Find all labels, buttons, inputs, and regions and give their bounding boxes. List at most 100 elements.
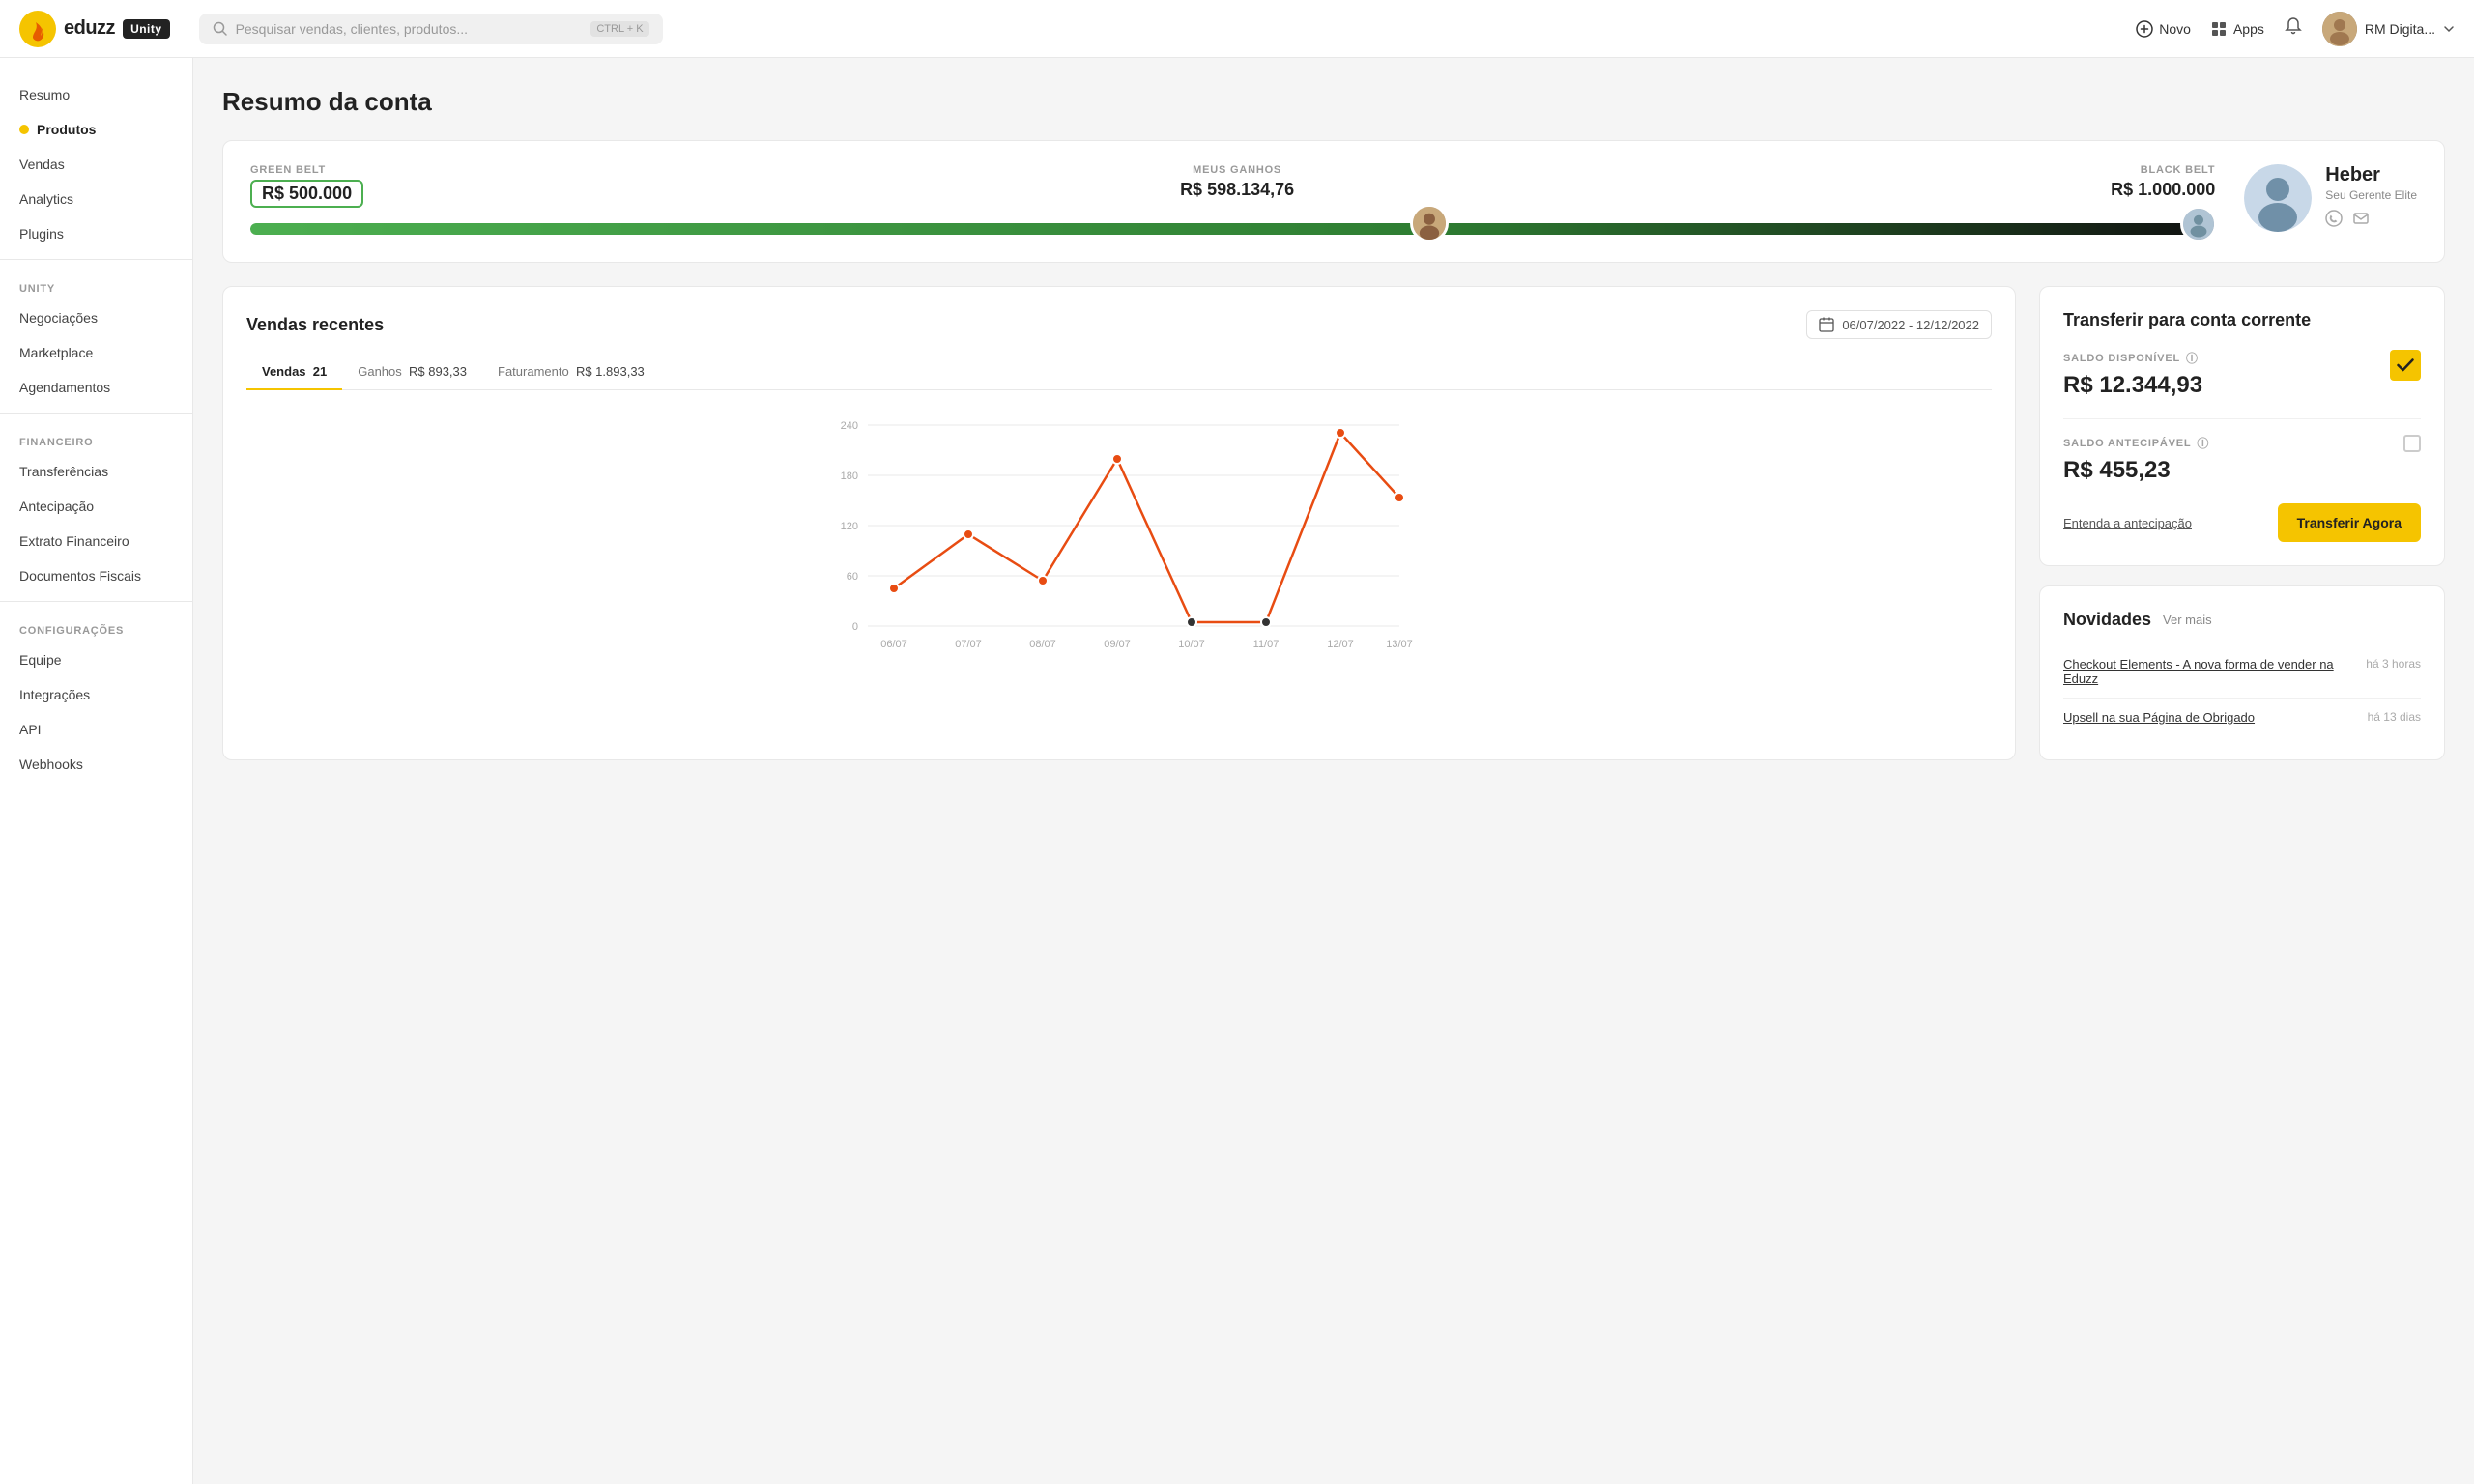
saldo-antecipavel-amount: R$ 455,23 [2063,457,2209,484]
news-time-2: há 13 dias [2368,710,2421,724]
main-content: Resumo da conta GREEN BELT R$ 500.000 ME… [193,58,2474,1484]
sidebar-label-antecipacao: Antecipação [19,499,94,514]
search-bar[interactable]: Pesquisar vendas, clientes, produtos... … [199,14,663,44]
svg-text:09/07: 09/07 [1104,639,1131,650]
chart-point-2 [964,529,973,539]
sidebar-label-vendas: Vendas [19,157,65,172]
sales-chart: 240 180 120 60 0 06/07 07/07 08/07 09/07… [246,406,1992,657]
sidebar-section-unity: UNITY [0,268,192,300]
chart-line [894,433,1399,622]
novidades-title: Novidades [2063,610,2151,630]
saldo-antecipavel-checkbox[interactable] [2403,435,2421,452]
tab-ganhos[interactable]: Ganhos R$ 893,33 [342,355,482,390]
black-belt-value: R$ 1.000.000 [2111,180,2215,200]
sidebar-item-antecipacao[interactable]: Antecipação [0,489,192,524]
checkmark-icon [2397,358,2414,372]
two-col-layout: Vendas recentes 06/07/2022 - 12/12/2022 … [222,286,2445,760]
bell-icon[interactable] [2284,16,2303,41]
manager-contact-icons [2325,210,2417,232]
news-link-1[interactable]: Checkout Elements - A nova forma de vend… [2063,657,2350,686]
tab-vendas[interactable]: Vendas 21 [246,355,342,390]
right-column: Transferir para conta corrente SALDO DIS… [2039,286,2445,760]
sidebar-label-documentos: Documentos Fiscais [19,568,141,584]
email-icon[interactable] [2352,210,2370,232]
tab-vendas-count: 21 [313,364,327,379]
vendas-title: Vendas recentes [246,315,384,335]
manager-avatar-on-bar-icon [2183,206,2214,243]
active-dot-icon [19,125,29,134]
manager-card: Heber Seu Gerente Elite [2244,164,2417,232]
user-name: RM Digita... [2365,21,2435,37]
novo-button[interactable]: Novo [2136,20,2191,38]
sidebar-item-plugins[interactable]: Plugins [0,216,192,251]
saldo-antecipavel-info-icon[interactable]: ⓘ [2197,435,2209,451]
sidebar-item-equipe[interactable]: Equipe [0,642,192,677]
sidebar-section-configuracoes: CONFIGURAÇÕES [0,610,192,642]
user-avatar-area[interactable]: RM Digita... [2322,12,2455,46]
manager-title: Seu Gerente Elite [2325,188,2417,202]
sidebar-item-produtos[interactable]: Produtos [0,112,192,147]
belt-progress-bar [250,223,2215,239]
apps-button[interactable]: Apps [2210,20,2264,38]
svg-text:06/07: 06/07 [880,639,907,650]
eduzz-logo-icon [19,11,56,47]
sidebar-item-extrato[interactable]: Extrato Financeiro [0,524,192,558]
chart-point-5 [1187,617,1196,627]
chart-point-7 [1336,428,1345,438]
svg-text:13/07: 13/07 [1386,639,1413,650]
sidebar-divider-2 [0,413,192,414]
novidades-header: Novidades Ver mais [2063,610,2421,630]
manager-info: Heber Seu Gerente Elite [2325,164,2417,232]
saldo-disponivel-info-icon[interactable]: ⓘ [2186,350,2199,366]
manager-avatar [2244,164,2312,232]
calendar-icon [1819,317,1834,332]
topnav-right: Novo Apps [2136,12,2455,46]
sidebar-label-produtos: Produtos [37,122,96,137]
apps-grid-icon [2210,20,2228,38]
green-belt-label: GREEN BELT [250,164,363,176]
ver-mais-link[interactable]: Ver mais [2163,613,2212,627]
apps-label: Apps [2233,21,2264,37]
saldo-antecipavel-label: SALDO ANTECIPÁVEL ⓘ [2063,435,2209,451]
topnav: eduzz Unity Pesquisar vendas, clientes, … [0,0,2474,58]
eduzz-wordmark: eduzz [64,17,115,40]
search-icon [213,21,228,37]
chevron-down-icon [2443,23,2455,35]
logo-area[interactable]: eduzz Unity [19,11,170,47]
sidebar-item-integracoes[interactable]: Integrações [0,677,192,712]
saldo-disponivel-amount: R$ 12.344,93 [2063,372,2202,399]
sidebar-label-negociacoes: Negociações [19,310,98,326]
sidebar-label-transferencias: Transferências [19,464,108,479]
page-title: Resumo da conta [222,87,2445,117]
news-link-2[interactable]: Upsell na sua Página de Obrigado [2063,710,2352,725]
sidebar-item-negociacoes[interactable]: Negociações [0,300,192,335]
sidebar-label-marketplace: Marketplace [19,345,93,360]
svg-text:60: 60 [847,571,858,583]
whatsapp-icon[interactable] [2325,210,2343,232]
tab-faturamento-label: Faturamento [498,364,569,379]
sidebar-item-resumo[interactable]: Resumo [0,77,192,112]
saldo-check-icon[interactable] [2390,350,2421,381]
green-belt-section: GREEN BELT R$ 500.000 [250,164,363,208]
sidebar-item-marketplace[interactable]: Marketplace [0,335,192,370]
sidebar-item-analytics[interactable]: Analytics [0,182,192,216]
tab-faturamento[interactable]: Faturamento R$ 1.893,33 [482,355,660,390]
transfer-footer: Entenda a antecipação Transferir Agora [2063,503,2421,542]
entenda-link[interactable]: Entenda a antecipação [2063,516,2192,530]
sidebar-item-documentos[interactable]: Documentos Fiscais [0,558,192,593]
sidebar-divider-1 [0,259,192,260]
novidades-card: Novidades Ver mais Checkout Elements - A… [2039,585,2445,760]
sidebar-label-equipe: Equipe [19,652,62,668]
sidebar-item-webhooks[interactable]: Webhooks [0,747,192,782]
sidebar-item-vendas[interactable]: Vendas [0,147,192,182]
sidebar-item-api[interactable]: API [0,712,192,747]
chart-tabs: Vendas 21 Ganhos R$ 893,33 Faturamento R… [246,355,1992,390]
unity-badge: Unity [123,19,170,39]
transfer-now-button[interactable]: Transferir Agora [2278,503,2421,542]
tab-ganhos-label: Ganhos [358,364,402,379]
sidebar-item-agendamentos[interactable]: Agendamentos [0,370,192,405]
sidebar-label-api: API [19,722,42,737]
sidebar-item-transferencias[interactable]: Transferências [0,454,192,489]
date-range-button[interactable]: 06/07/2022 - 12/12/2022 [1806,310,1992,339]
saldo-antecipavel-row: SALDO ANTECIPÁVEL ⓘ R$ 455,23 [2063,435,2421,484]
